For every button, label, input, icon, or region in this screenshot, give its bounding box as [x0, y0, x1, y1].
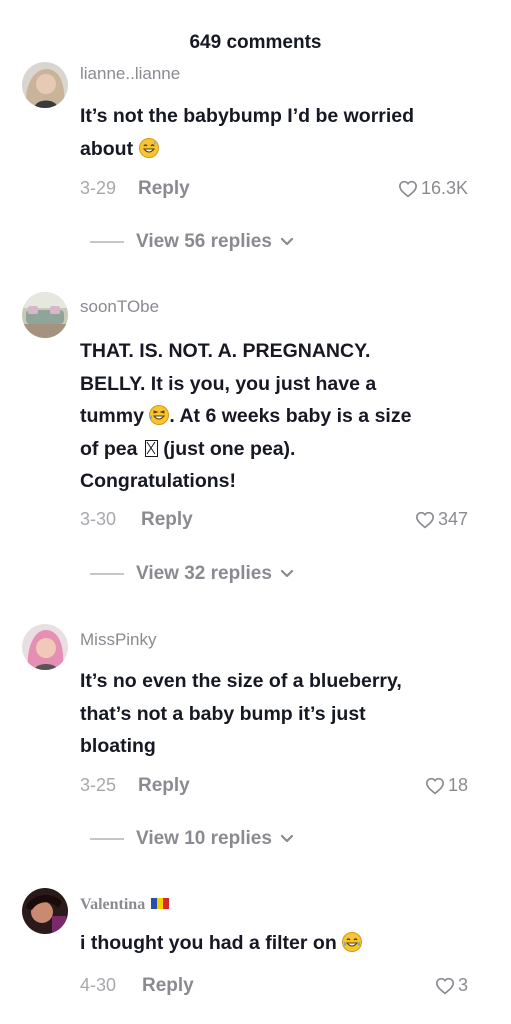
comment-text-line: (just one pea). — [157, 437, 296, 460]
comment-date: 3-29 — [80, 178, 117, 198]
comment-meta: 3-29 Reply 16.3K — [80, 178, 468, 204]
comment-meta: 3-25 Reply 18 — [80, 775, 468, 801]
avatar-image — [22, 888, 68, 934]
comment-text-line: of pea — [80, 437, 138, 460]
comment-date: 4-30 — [80, 975, 117, 995]
crying-laughing-emoji-icon — [342, 930, 363, 952]
comments-count-header: 649 comments — [189, 32, 322, 53]
comment-text: i thought you had a filter on — [80, 927, 480, 960]
username-label: Valentina — [80, 896, 146, 913]
comment-text: THAT. IS. NOT. A. PREGNANCY. BELLY. It i… — [80, 335, 480, 498]
comment-text-line: bloating — [80, 735, 156, 757]
comment-text: It’s no even the size of a blueberry, th… — [80, 665, 480, 763]
comment-meta: 4-30 Reply 3 — [80, 975, 468, 1001]
like-button[interactable]: 18 — [425, 775, 468, 796]
comment-text-line: It’s not the babybump I’d be worried — [80, 105, 415, 127]
chevron-down-icon — [280, 237, 294, 246]
view-replies-label: View 56 replies — [136, 231, 272, 252]
comment-text-line: . At 6 weeks baby is a size — [169, 405, 412, 427]
comment-text: It’s not the babybump I’d be worried abo… — [80, 100, 480, 165]
comment-date: 3-30 — [80, 509, 117, 529]
avatar[interactable] — [22, 292, 68, 338]
avatar-image — [22, 624, 68, 670]
reply-button[interactable]: Reply — [138, 178, 190, 200]
reply-button[interactable]: Reply — [141, 509, 193, 531]
divider-line — [90, 241, 124, 243]
divider-line — [90, 838, 124, 840]
comment-text-line: about — [80, 137, 134, 160]
divider-line — [90, 573, 124, 575]
avatar-image — [22, 62, 68, 108]
comment-text-line: tummy — [80, 405, 144, 427]
like-button[interactable]: 3 — [435, 975, 468, 996]
like-count: 3 — [457, 975, 468, 995]
avatar[interactable] — [22, 888, 68, 934]
heart-outline-icon — [435, 977, 454, 994]
comment-text-line: BELLY. It is you, you just have a — [80, 372, 377, 395]
comment-username[interactable]: Valentina — [80, 896, 170, 914]
chevron-down-icon — [280, 834, 294, 843]
like-count: 347 — [437, 509, 468, 529]
view-replies-button[interactable]: View 56 replies — [90, 231, 294, 253]
comment-text-line: THAT. IS. NOT. A. PREGNANCY. — [80, 340, 371, 362]
avatar[interactable] — [22, 62, 68, 108]
avatar[interactable] — [22, 624, 68, 670]
heart-outline-icon — [398, 180, 417, 197]
comment-username[interactable]: soonTObe — [80, 297, 159, 317]
comment-text-line: i thought you had a filter on — [80, 932, 337, 954]
missing-glyph-icon — [144, 439, 158, 457]
comment-text-line: Congratulations! — [80, 470, 236, 492]
reply-button[interactable]: Reply — [138, 775, 190, 797]
comment-meta: 3-30 Reply 347 — [80, 509, 468, 535]
like-count: 16.3K — [420, 178, 468, 198]
view-replies-label: View 10 replies — [136, 828, 272, 849]
romania-flag-icon — [151, 897, 170, 909]
heart-outline-icon — [415, 511, 434, 528]
laughing-tears-emoji-icon — [149, 403, 170, 425]
like-count: 18 — [447, 775, 468, 795]
chevron-down-icon — [280, 569, 294, 578]
like-button[interactable]: 347 — [415, 509, 468, 530]
avatar-image — [22, 292, 68, 338]
reply-button[interactable]: Reply — [142, 975, 194, 997]
view-replies-button[interactable]: View 32 replies — [90, 563, 294, 585]
view-replies-button[interactable]: View 10 replies — [90, 828, 294, 850]
comment-text-line: It’s no even the size of a blueberry, — [80, 670, 402, 692]
comment-date: 3-25 — [80, 775, 117, 795]
grinning-sweat-emoji-icon — [138, 136, 159, 158]
like-button[interactable]: 16.3K — [398, 178, 468, 199]
comment-text-line: that’s not a baby bump it’s just — [80, 702, 366, 725]
comment-username[interactable]: lianne..lianne — [80, 64, 180, 84]
comment-username[interactable]: MissPinky — [80, 630, 157, 650]
heart-outline-icon — [425, 777, 444, 794]
view-replies-label: View 32 replies — [136, 563, 272, 584]
